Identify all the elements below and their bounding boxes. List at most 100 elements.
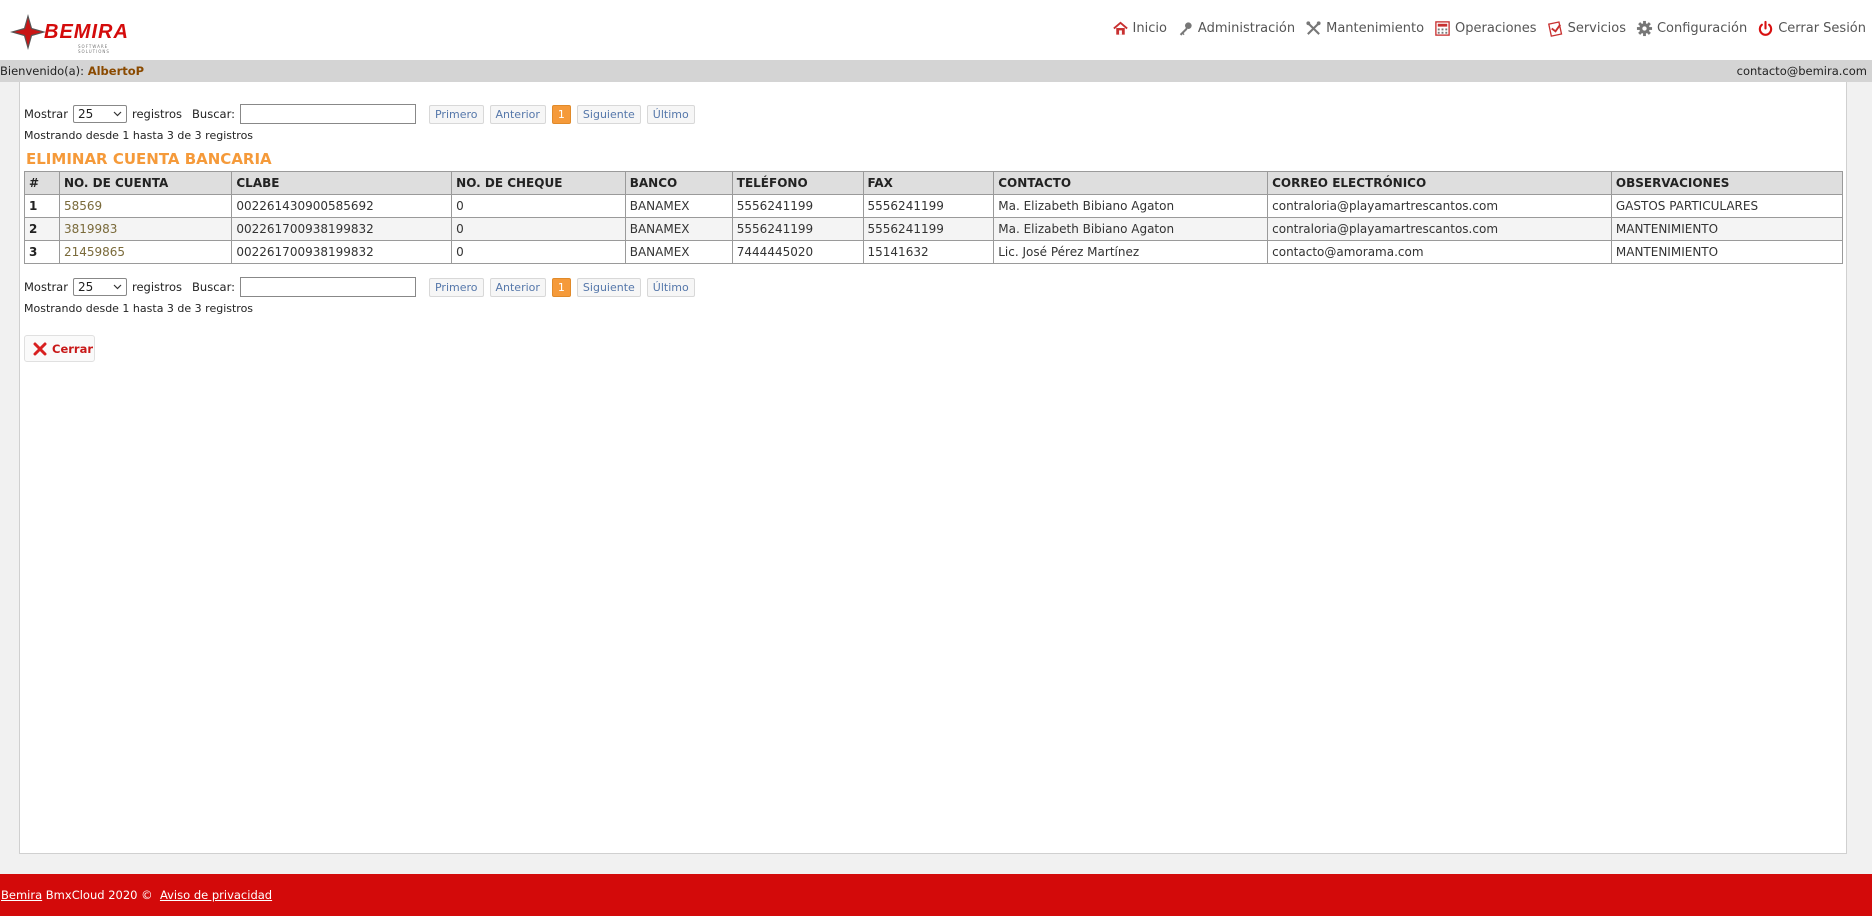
account-link[interactable]: 21459865: [64, 245, 125, 259]
table-cell: Ma. Elizabeth Bibiano Agaton: [993, 194, 1269, 218]
tools-icon: [1305, 20, 1322, 37]
pager-first-button[interactable]: Primero: [428, 277, 484, 297]
records-info: Mostrando desde 1 hasta 3 de 3 registros: [24, 129, 254, 142]
column-header: #: [24, 171, 60, 195]
nav-item-label: Inicio: [1132, 20, 1167, 36]
pager-first-button[interactable]: Primero: [428, 104, 484, 124]
pagination: Primero Anterior 1 Siguiente Último: [428, 104, 695, 124]
table-cell: 1: [24, 194, 60, 218]
footer-copyright: BmxCloud 2020 ©: [42, 888, 160, 902]
table-cell: 3819983: [58, 217, 233, 241]
account-link[interactable]: 58569: [64, 199, 102, 213]
bank-accounts-table: # NO. DE CUENTA CLABE NO. DE CHEQUE BANCO TEL…: [24, 171, 1844, 264]
table-controls-bottom: Mostrar 25 registros Buscar: Primero Ant…: [24, 276, 695, 298]
bemira-logo[interactable]: BEMIRA SOFTWARE SOLUTIONS: [8, 10, 136, 54]
account-link[interactable]: 3819983: [64, 222, 117, 236]
top-bar: BEMIRA SOFTWARE SOLUTIONS Inicio Administ…: [0, 0, 1872, 60]
table-cell: 5556241199: [862, 217, 995, 241]
pager-last-button[interactable]: Último: [646, 104, 695, 124]
pager-next-button[interactable]: Siguiente: [576, 277, 641, 297]
table-cell: 3: [24, 240, 60, 264]
chevron-down-icon: [113, 111, 122, 117]
nav-item-label: Configuración: [1656, 20, 1748, 36]
pager-page-button[interactable]: 1: [551, 277, 571, 297]
table-cell: BANAMEX: [624, 194, 733, 218]
table-header-row: # NO. DE CUENTA CLABE NO. DE CHEQUE BANCO TEL…: [24, 171, 1844, 195]
show-label: Mostrar: [24, 280, 68, 294]
search-label: Buscar:: [192, 280, 235, 294]
table-cell: 0: [451, 194, 626, 218]
table-cell: contraloria@playamartrescantos.com: [1267, 194, 1612, 218]
footer-text: Bemira BmxCloud 2020 © Aviso de privacid…: [1, 888, 272, 902]
table-cell: 002261430900585692: [231, 194, 453, 218]
footer-brand-link[interactable]: Bemira: [1, 888, 42, 902]
table-row[interactable]: 1 58569 002261430900585692 0 BANAMEX 55562411…: [24, 194, 1844, 218]
page-size-select[interactable]: 25: [72, 105, 127, 123]
nav-item-tools[interactable]: Mantenimiento: [1305, 20, 1424, 37]
records-label: registros: [131, 280, 183, 294]
nav-item-home[interactable]: Inicio: [1112, 20, 1167, 37]
table-row[interactable]: 2 3819983 002261700938199832 0 BANAMEX 555624…: [24, 217, 1844, 241]
column-header: NO. DE CUENTA: [58, 171, 233, 195]
table-cell: 58569: [58, 194, 233, 218]
table-cell: Lic. José Pérez Martínez: [993, 240, 1269, 264]
column-header: CLABE: [231, 171, 453, 195]
nav-item-label: Servicios: [1567, 20, 1626, 36]
table-cell: BANAMEX: [624, 240, 733, 264]
table-cell: contraloria@playamartrescantos.com: [1267, 217, 1612, 241]
services-icon: [1547, 20, 1564, 37]
table-row[interactable]: 3 21459865 002261700938199832 0 BANAMEX 74444…: [24, 240, 1844, 264]
table-cell: 0: [451, 240, 626, 264]
close-button[interactable]: Cerrar: [24, 335, 95, 362]
welcome-text: Bienvenido(a): AlbertoP: [0, 60, 144, 82]
privacy-link[interactable]: Aviso de privacidad: [160, 888, 272, 902]
table-cell: contacto@amorama.com: [1267, 240, 1612, 264]
search-input[interactable]: [239, 104, 416, 124]
table-cell: 15141632: [862, 240, 995, 264]
column-header: CONTACTO: [993, 171, 1269, 195]
pager-page-button[interactable]: 1: [551, 104, 571, 124]
column-header: OBSERVACIONES: [1610, 171, 1844, 195]
table-cell: 2: [24, 217, 60, 241]
nav-item-gear[interactable]: Configuración: [1636, 20, 1747, 37]
column-header: FAX: [862, 171, 995, 195]
welcome-username: AlbertoP: [87, 64, 145, 78]
close-button-label: Cerrar: [52, 341, 94, 356]
table-cell: 002261700938199832: [231, 217, 453, 241]
table-cell: 5556241199: [731, 217, 864, 241]
key-icon: [1177, 20, 1194, 37]
nav-item-label: Cerrar Sesión: [1778, 20, 1866, 36]
search-input[interactable]: [239, 277, 416, 297]
column-header: CORREO ELECTRÓNICO: [1267, 171, 1612, 195]
table-cell: Ma. Elizabeth Bibiano Agaton: [993, 217, 1269, 241]
column-header: TELÉFONO: [731, 171, 864, 195]
pager-prev-button[interactable]: Anterior: [489, 104, 546, 124]
nav-item-label: Administración: [1197, 20, 1296, 36]
page-title: ELIMINAR CUENTA BANCARIA: [26, 150, 272, 168]
pager-last-button[interactable]: Último: [646, 277, 695, 297]
pagination: Primero Anterior 1 Siguiente Último: [428, 277, 695, 297]
table-cell: GASTOS PARTICULARES: [1610, 194, 1844, 218]
search-label: Buscar:: [192, 107, 235, 121]
page-size-value: 25: [77, 280, 94, 294]
nav-item-label: Mantenimiento: [1326, 20, 1425, 36]
show-label: Mostrar: [24, 107, 68, 121]
table-cell: 0: [451, 217, 626, 241]
nav-item-calculator[interactable]: Operaciones: [1434, 20, 1537, 37]
page-size-value: 25: [77, 107, 94, 121]
logo-text: BEMIRA: [44, 21, 129, 43]
pager-prev-button[interactable]: Anterior: [489, 277, 546, 297]
column-header: NO. DE CHEQUE: [451, 171, 626, 195]
logo-star-icon: [10, 14, 46, 50]
welcome-prefix: Bienvenido(a):: [0, 64, 85, 78]
chevron-down-icon: [113, 284, 122, 290]
table-cell: MANTENIMIENTO: [1610, 240, 1844, 264]
nav-item-power[interactable]: Cerrar Sesión: [1757, 20, 1866, 37]
contact-email: contacto@bemira.com: [1736, 64, 1867, 78]
calculator-icon: [1434, 20, 1451, 37]
nav-item-services[interactable]: Servicios: [1547, 20, 1626, 37]
nav-item-key[interactable]: Administración: [1177, 20, 1295, 37]
pager-next-button[interactable]: Siguiente: [576, 104, 641, 124]
table-cell: 5556241199: [862, 194, 995, 218]
page-size-select[interactable]: 25: [72, 278, 127, 296]
